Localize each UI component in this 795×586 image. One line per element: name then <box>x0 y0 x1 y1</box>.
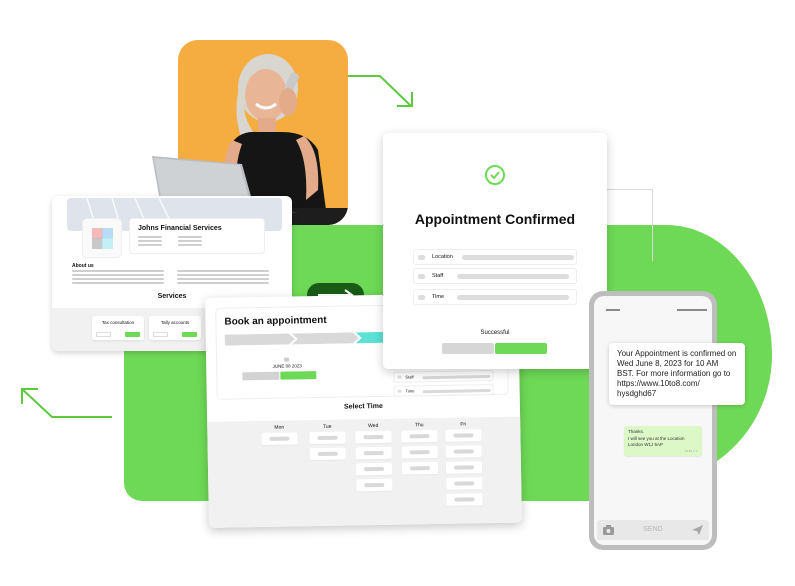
day-column-wed: Wed <box>353 423 394 496</box>
confirmation-title: Appointment Confirmed <box>414 211 576 227</box>
confirmation-card: Appointment Confirmed Location Staff Tim… <box>383 133 607 369</box>
time-slot-grid: Mon Tue Wed Thu Fri <box>207 416 522 528</box>
status-bar-left <box>606 309 620 311</box>
phone-screen: Your Appointment is confirmed on Wed Jun… <box>594 296 745 545</box>
reply-line-2: I will see you at the Location London W1… <box>628 436 685 447</box>
time-slot[interactable] <box>401 461 439 475</box>
business-logo <box>82 218 122 258</box>
day-column-thu: Thu <box>399 422 440 479</box>
day-column-fri: Fri <box>443 421 485 510</box>
time-slot[interactable] <box>355 462 393 476</box>
time-slot[interactable] <box>355 446 392 460</box>
service-card[interactable]: Tally accounts <box>149 316 201 340</box>
about-text-line <box>72 274 164 276</box>
about-text-line <box>72 278 164 280</box>
service-card[interactable]: Tax consultation <box>92 316 144 340</box>
time-slot[interactable] <box>445 429 482 442</box>
service-info-button[interactable] <box>96 332 111 337</box>
confirm-row-time: Time <box>413 289 577 305</box>
sms-message: Your Appointment is confirmed on Wed Jun… <box>609 343 745 405</box>
select-time-heading: Select Time <box>343 402 383 411</box>
day-label: Mon <box>274 424 285 431</box>
booking-title: Book an appointment <box>224 314 327 328</box>
primary-button[interactable] <box>495 343 547 354</box>
time-slot[interactable] <box>445 445 482 458</box>
step-1 <box>224 333 295 346</box>
day-label: Fri <box>460 421 467 428</box>
about-text-line <box>177 270 269 272</box>
confirm-date-button[interactable] <box>280 371 317 380</box>
time-slot[interactable] <box>446 493 483 506</box>
time-slot[interactable] <box>446 477 483 490</box>
time-slot[interactable] <box>355 430 392 444</box>
detail-row-time: Time <box>393 383 494 397</box>
step-2 <box>291 332 359 345</box>
message-input-bar: SEND <box>597 520 709 540</box>
reply-message: Thanks. I will see you at the Location L… <box>624 426 702 456</box>
confirm-row-staff: Staff <box>413 268 577 284</box>
send-arrow-icon[interactable] <box>692 525 703 535</box>
about-text-line <box>177 278 269 280</box>
service-label: Tax consultation <box>101 320 135 325</box>
time-slot[interactable] <box>401 445 438 459</box>
arrow-up-left-icon <box>21 388 112 418</box>
change-date-button[interactable] <box>242 371 280 381</box>
detail-row-staff: Staff <box>393 369 494 383</box>
connector-line <box>606 189 653 261</box>
about-text-line <box>72 270 164 272</box>
secondary-button[interactable] <box>442 343 494 354</box>
day-label: Tue <box>322 423 332 430</box>
phone-mockup: Your Appointment is confirmed on Wed Jun… <box>589 291 745 550</box>
service-book-button[interactable] <box>182 332 197 337</box>
time-slot[interactable] <box>401 429 438 443</box>
day-column-mon: Mon <box>259 424 299 449</box>
about-text-line <box>177 282 269 284</box>
service-info-button[interactable] <box>153 332 168 337</box>
day-column-tue: Tue <box>307 424 348 465</box>
selected-date: JUNE 08 2023 <box>272 363 302 369</box>
time-slot[interactable] <box>356 478 393 492</box>
time-slot[interactable] <box>309 431 346 445</box>
time-slot[interactable] <box>445 461 483 474</box>
reply-line-1: Thanks. <box>628 429 645 434</box>
service-label: Tally accounts <box>160 320 190 325</box>
read-ticks-icon: ✓✓ <box>692 449 698 453</box>
about-heading: About us <box>72 263 94 269</box>
status-bar-right <box>677 309 707 311</box>
arrow-down-right-icon <box>347 75 413 107</box>
business-info-box: Johns Financial Services <box>129 218 265 254</box>
about-text-line <box>72 282 164 284</box>
about-text-line <box>177 274 269 276</box>
day-label: Wed <box>368 422 379 430</box>
check-circle-icon <box>485 165 505 185</box>
day-label: Thu <box>414 422 424 429</box>
calendar-icon <box>284 357 290 362</box>
business-name: Johns Financial Services <box>138 225 222 232</box>
time-slot[interactable] <box>261 432 298 446</box>
service-book-button[interactable] <box>125 332 140 337</box>
reply-timestamp: 11:51 ✓✓ <box>684 449 698 453</box>
confirm-row-location: Location <box>413 249 577 265</box>
time-slot[interactable] <box>309 447 346 461</box>
status-label: Successful <box>480 330 510 336</box>
